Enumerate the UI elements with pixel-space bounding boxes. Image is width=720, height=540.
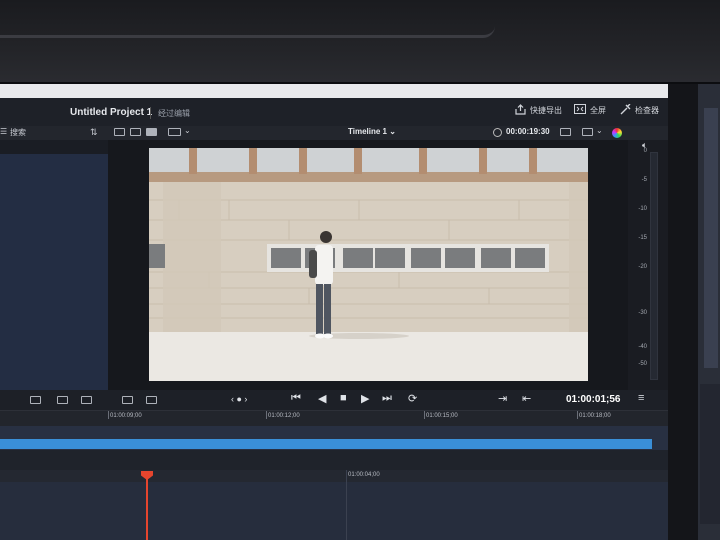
fullscreen-button[interactable]: 全屏 (574, 104, 606, 116)
stop-icon[interactable]: ■ (340, 392, 347, 404)
search-label[interactable]: 搜索 (10, 127, 26, 138)
image-tool-icon[interactable] (57, 396, 68, 404)
video-scene (149, 148, 588, 381)
ruler-label: 01:00:15;00 (426, 413, 458, 419)
audio-meter-track (650, 152, 658, 380)
ruler-label: 01:00:18;00 (579, 413, 611, 419)
second-monitor-panel-lower (700, 384, 720, 524)
toolbar-row: ☰ 搜索 ⇅ ⌄ Timeline 1 ⌄ 00:00:19:30 ⌄ (0, 126, 668, 140)
db-label: -40 (638, 344, 647, 350)
jog-control[interactable]: ‹ ● › (231, 394, 247, 404)
timeline-name[interactable]: Timeline 1 ⌄ (348, 127, 396, 136)
timeline-clip-bar[interactable] (0, 439, 652, 449)
db-label: -20 (638, 264, 647, 270)
ruler-tick (577, 411, 578, 419)
inspector-label: 检查器 (635, 106, 659, 115)
list-icon[interactable]: ☰ (0, 127, 7, 136)
monitor-bezel (0, 0, 720, 82)
media-pool-area[interactable] (0, 154, 108, 390)
safe-area-icon[interactable] (582, 128, 593, 136)
bypass-icon[interactable] (560, 128, 571, 136)
header-bar: Untitled Project 1 经过编辑 快捷导出 全屏 检查器 (0, 98, 668, 126)
source-timecode: 00:00:19:30 (506, 127, 550, 136)
share-icon (515, 104, 526, 117)
ruler-tick (266, 411, 267, 419)
project-status: 经过编辑 (158, 109, 190, 118)
audio-meter: 🔈︎ 0 -5 -10 -15 -20 -30 -40 -50 (628, 140, 668, 390)
audio-tool-icon[interactable] (30, 396, 41, 404)
fullscreen-icon (574, 104, 586, 116)
clock-icon (493, 128, 502, 137)
image-view-icon[interactable] (130, 128, 141, 136)
bezel-edge (0, 18, 495, 38)
title-strip (0, 84, 668, 98)
ruler-tick (108, 411, 109, 419)
ruler-label: 01:00:12;00 (268, 413, 300, 419)
transport-bar: ‹ ● › ⏮︎ ◀︎ ■ ▶︎ ⏭︎ ⟳ ⇥ ⇤ 01:00:01;56 ≡ (108, 390, 668, 410)
current-timecode: 01:00:01;56 (566, 394, 621, 405)
media-tools (0, 390, 108, 410)
ruler-label: 01:00:09;00 (110, 413, 142, 419)
clip-view-icon[interactable] (114, 128, 125, 136)
media-pool (0, 140, 108, 390)
inspector-button[interactable]: 检查器 (620, 103, 659, 117)
menu-icon[interactable]: ≡ (638, 392, 644, 404)
skip-to-end-icon[interactable]: ⏭︎ (382, 392, 392, 405)
film-view-icon[interactable] (146, 128, 157, 136)
viewer-mode-icon[interactable] (168, 128, 181, 136)
video-frame[interactable] (149, 148, 588, 381)
settings-sliders-icon[interactable] (146, 396, 157, 404)
upper-timeline-ruler[interactable]: 01:00:09;00 01:00:12;00 01:00:15;00 01:0… (0, 410, 668, 426)
monitor-side-bezel (668, 84, 698, 540)
sync-tool-icon[interactable] (81, 396, 92, 404)
sort-icon[interactable]: ⇅ (90, 127, 98, 138)
ruler-tick (424, 411, 425, 419)
trim-tool-icon[interactable] (122, 396, 133, 404)
quick-export-button[interactable]: 快捷导出 (515, 104, 562, 117)
media-toolbar: ☰ 搜索 ⇅ (0, 126, 108, 140)
db-label: -5 (641, 177, 647, 183)
db-label: -50 (638, 361, 647, 367)
db-label: 0 (643, 148, 647, 154)
ruler-label: 01:00:04;00 (348, 472, 380, 478)
quick-export-label: 快捷导出 (530, 106, 562, 115)
mark-out-icon[interactable]: ⇤ (522, 392, 531, 405)
track-gap (0, 450, 668, 470)
project-title: Untitled Project 1 (70, 107, 153, 118)
chevron-down-icon[interactable]: ⌄ (184, 126, 191, 135)
lower-timeline-ruler[interactable]: 01:00:04;00 (0, 470, 668, 482)
play-icon[interactable]: ▶︎ (361, 392, 369, 405)
chevron-down-icon[interactable]: ⌄ (596, 126, 603, 135)
second-monitor (698, 84, 720, 540)
loop-icon[interactable]: ⟳ (408, 392, 417, 405)
db-label: -15 (638, 235, 647, 241)
playhead[interactable] (146, 472, 148, 540)
track-divider (346, 470, 347, 540)
second-monitor-panel (704, 108, 718, 368)
play-reverse-icon[interactable]: ◀︎ (318, 392, 326, 405)
lower-track-area (0, 482, 668, 540)
fullscreen-label: 全屏 (590, 105, 606, 115)
db-label: -10 (638, 206, 647, 212)
mark-in-icon[interactable]: ⇥ (498, 392, 507, 405)
inspector-icon (620, 103, 631, 117)
color-wheel-icon[interactable] (612, 128, 622, 138)
header-divider (150, 107, 151, 119)
skip-to-start-icon[interactable]: ⏮︎ (291, 392, 301, 405)
db-label: -30 (638, 310, 647, 316)
